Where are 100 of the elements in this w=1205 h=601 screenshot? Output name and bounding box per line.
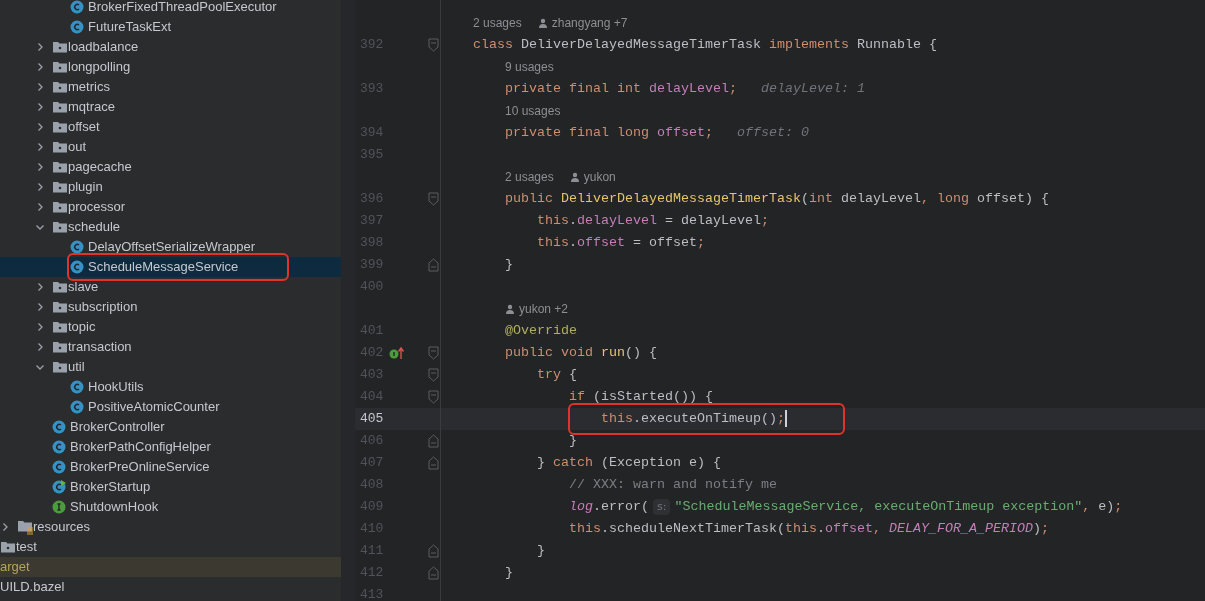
tree-item[interactable]: HookUtils — [0, 377, 341, 397]
tree-item[interactable]: slave — [0, 277, 341, 297]
folder-icon — [52, 200, 68, 214]
usages-hint[interactable]: 2 usages — [505, 168, 554, 186]
tree-item[interactable]: BrokerPathConfigHelper — [0, 437, 341, 457]
code-line: private final int delayLevel; delayLevel: 1 — [441, 79, 865, 99]
folder-icon — [52, 360, 68, 374]
tree-item[interactable]: subscription — [0, 297, 341, 317]
usages-hint[interactable]: 2 usages — [473, 14, 522, 32]
tree-item[interactable]: plugin — [0, 177, 341, 197]
tree-item-label: BrokerPreOnlineService — [70, 458, 210, 476]
tree-item[interactable]: processor — [0, 197, 341, 217]
tree-item[interactable]: DelayOffsetSerializeWrapper — [0, 237, 341, 257]
tree-item-label: resources — [33, 518, 91, 536]
code-line: this.scheduleNextTimerTask(this.offset, DELAY_FOR_A_PERIOD); — [567, 520, 1049, 538]
author-hint[interactable]: yukon +2 — [505, 300, 569, 318]
person-icon — [505, 304, 515, 314]
class-icon — [52, 420, 66, 434]
tree-item[interactable]: util — [0, 357, 341, 377]
tree-item[interactable]: ShutdownHook — [0, 497, 341, 517]
tree-item-label: loadbalance — [68, 38, 139, 56]
tree-item[interactable]: transaction — [0, 337, 341, 357]
tree-item-label: mqtrace — [68, 98, 115, 116]
tree-item-label: test — [16, 538, 37, 556]
tree-item-label: pagecache — [68, 158, 132, 176]
folder-icon — [52, 80, 68, 94]
code-line: public DeliverDelayedMessageTimerTask(int delayLevel, long offset) { — [504, 190, 1049, 208]
tree-item-label: BrokerController — [70, 418, 165, 436]
tree-item[interactable]: loadbalance — [0, 37, 341, 57]
code-line: } — [504, 564, 513, 582]
chevron-down-icon[interactable] — [35, 362, 45, 372]
tree-item-label: offset — [68, 118, 100, 136]
tree-item-label: PositiveAtomicCounter — [88, 398, 220, 416]
tree-item-label: ScheduleMessageService — [88, 258, 239, 276]
folder-icon — [52, 100, 68, 114]
chevron-down-icon[interactable] — [35, 222, 45, 232]
folder-icon — [52, 160, 68, 174]
tree-item[interactable]: offset — [0, 117, 341, 137]
author-hint[interactable]: zhangyang +7 — [537, 14, 628, 32]
tree-item[interactable]: out — [0, 137, 341, 157]
tree-item[interactable]: PositiveAtomicCounter — [0, 397, 341, 417]
tree-item[interactable]: BrokerFixedThreadPoolExecutor — [0, 0, 341, 17]
tree-item-label: BrokerFixedThreadPoolExecutor — [88, 0, 277, 16]
tree-item-label: subscription — [68, 298, 138, 316]
class-icon — [70, 400, 84, 414]
class-icon — [70, 380, 84, 394]
tree-item-label: FutureTaskExt — [88, 18, 172, 36]
tree-item[interactable]: pagecache — [0, 157, 341, 177]
text-cursor — [784, 410, 787, 428]
tree-item[interactable]: arget — [0, 557, 341, 577]
tree-item-label: metrics — [68, 78, 110, 96]
tree-item[interactable]: BrokerStartup — [0, 477, 341, 497]
tree-item-label: plugin — [68, 178, 103, 196]
code-line: @Override — [504, 322, 577, 340]
usages-hint[interactable]: 10 usages — [505, 102, 561, 120]
person-icon — [537, 18, 548, 28]
folder-icon — [52, 120, 68, 134]
folder-icon — [52, 180, 68, 194]
code-line: this.offset = offset; — [535, 234, 705, 252]
resources-folder-icon — [17, 519, 35, 535]
class-icon — [52, 440, 66, 454]
tree-item-label: UILD.bazel — [0, 578, 65, 596]
tree-item-label: arget — [0, 558, 30, 576]
tree-item[interactable]: BrokerController — [0, 417, 341, 437]
tree-item[interactable]: mqtrace — [0, 97, 341, 117]
chevron-right-icon[interactable] — [0, 522, 10, 532]
author-hint[interactable]: yukon — [569, 168, 616, 186]
interface-icon — [52, 500, 66, 514]
tree-item[interactable]: schedule — [0, 217, 341, 237]
tree-item[interactable]: topic — [0, 317, 341, 337]
tree-item-label: out — [68, 138, 87, 156]
code-line: log.error( s: "ScheduleMessageService, executeOnTimeup exception", e); — [567, 497, 1123, 517]
class-icon — [52, 460, 66, 474]
class-icon — [70, 240, 84, 254]
usages-hint[interactable]: 9 usages — [505, 58, 554, 76]
folder-icon — [52, 300, 68, 314]
override-marker-icon[interactable] — [388, 346, 405, 360]
code-line: } — [504, 256, 513, 274]
folder-icon — [52, 320, 68, 334]
tree-item-label: DelayOffsetSerializeWrapper — [88, 238, 256, 256]
person-icon — [569, 172, 580, 182]
code-line: this.delayLevel = delayLevel; — [535, 212, 769, 230]
code-line: try { — [535, 366, 577, 384]
tree-item[interactable]: FutureTaskExt — [0, 17, 341, 37]
code-line: class DeliverDelayedMessageTimerTask implements Runnable { — [472, 36, 937, 54]
tree-item[interactable]: longpolling — [0, 57, 341, 77]
tree-item[interactable]: metrics — [0, 77, 341, 97]
tree-item[interactable]: ScheduleMessageService — [0, 257, 341, 277]
tree-item[interactable]: BrokerPreOnlineService — [0, 457, 341, 477]
runnable-class-icon — [52, 480, 66, 494]
parameter-hint: s: — [652, 498, 671, 516]
tree-item-label: schedule — [68, 218, 121, 236]
tree-item[interactable]: test — [0, 537, 341, 557]
code-line: private final long offset; offset: 0 — [441, 123, 809, 143]
tree-item[interactable]: resources — [0, 517, 341, 537]
code-line: this.executeOnTimeup(); — [599, 409, 787, 429]
code-line: if (isStarted()) { — [567, 388, 713, 406]
tree-item-label: transaction — [68, 338, 132, 356]
tree-item[interactable]: UILD.bazel — [0, 577, 341, 597]
folder-icon — [52, 220, 68, 234]
